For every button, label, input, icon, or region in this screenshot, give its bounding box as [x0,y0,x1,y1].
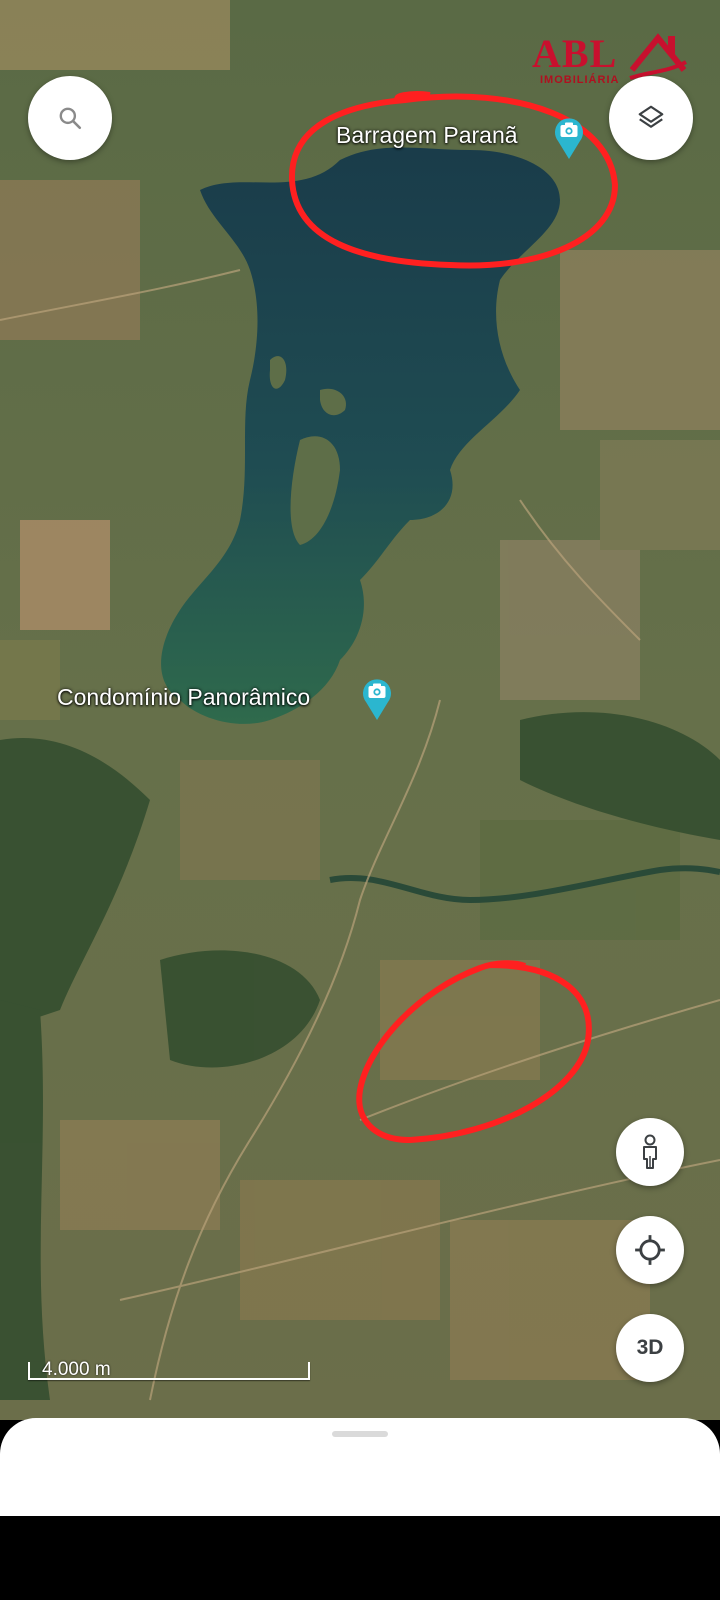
layers-button[interactable] [609,76,693,160]
place-label-condominio[interactable]: Condomínio Panorâmico [57,684,310,711]
search-icon [59,107,82,130]
system-nav-bar [0,1516,720,1600]
watermark-sub: IMOBILIÁRIA [540,74,620,86]
roof-icon [629,33,687,80]
place-label-barragem[interactable]: Barragem Paranã [336,122,518,149]
pegman-icon [643,1134,657,1169]
camera-pin-icon[interactable] [552,114,586,160]
3d-label: 3D [636,1336,664,1359]
my-location-icon [635,1235,665,1265]
bottom-sheet[interactable] [0,1418,720,1518]
layers-icon [638,105,664,128]
camera-pin-icon[interactable] [360,675,394,721]
my-location-button[interactable] [616,1216,684,1284]
sheet-drag-handle[interactable] [332,1431,388,1437]
watermark-brand: ABL [532,31,618,76]
annotation-circle-bottom [356,960,592,1144]
3d-button[interactable]: 3D [616,1314,684,1382]
street-view-button[interactable] [616,1118,684,1186]
scale-label: 4.000 m [42,1359,111,1380]
search-button[interactable] [28,76,112,160]
